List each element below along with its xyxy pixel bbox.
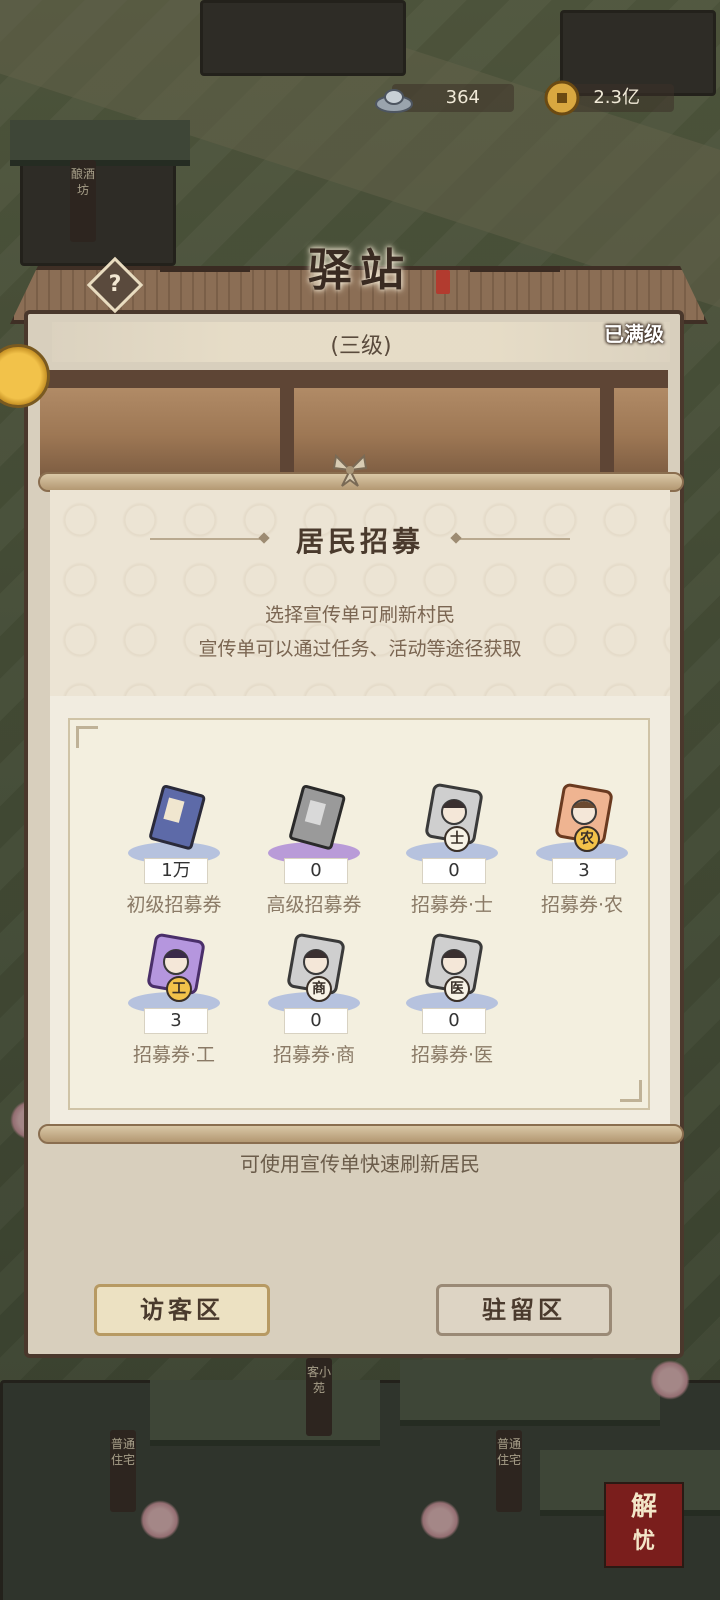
scroll-rod-bottom <box>38 1124 684 1144</box>
coin-counter[interactable]: 2.3亿 <box>544 80 674 116</box>
cloud-ornament-left <box>160 266 250 272</box>
farmer-badge-icon: 农 <box>574 826 600 852</box>
voucher-advanced[interactable]: 0 高级招募券 <box>254 782 374 922</box>
voucher-doctor[interactable]: 医 0 招募券·医 <box>392 932 512 1072</box>
scholar-badge-icon: 士 <box>444 826 470 852</box>
voucher-artisan[interactable]: 工 3 招募券·工 <box>114 932 234 1072</box>
voucher-count: 0 <box>284 1008 348 1034</box>
question-icon: ? <box>108 272 122 297</box>
cloud-ornament-right <box>470 266 560 272</box>
voucher-name: 招募券·工 <box>132 1044 216 1066</box>
voucher-count: 3 <box>552 858 616 884</box>
voucher-name: 招募券·农 <box>540 894 624 916</box>
voucher-count: 1万 <box>144 858 208 884</box>
jieyou-char-2: 忧 <box>632 1528 655 1554</box>
voucher-name: 高级招募券 <box>266 894 362 916</box>
red-seal-icon <box>436 270 450 294</box>
voucher-basic[interactable]: 1万 初级招募券 <box>114 782 234 922</box>
ribbon-knot-icon <box>332 453 368 487</box>
dialog-header: 居民招募 选择宣传单可刷新村民 宣传单可以通过任务、活动等途径获取 <box>50 490 670 696</box>
voucher-merchant[interactable]: 商 0 招募券·商 <box>254 932 374 1072</box>
voucher-count: 0 <box>422 858 486 884</box>
dialog-desc-line1: 选择宣传单可刷新村民 <box>264 604 455 626</box>
voucher-count: 3 <box>144 1008 208 1034</box>
voucher-count: 0 <box>284 858 348 884</box>
corner-ornament <box>620 1080 642 1102</box>
silver-counter[interactable]: 364 <box>375 84 514 113</box>
coin-amount: 2.3亿 <box>593 87 640 108</box>
jieyou-char-1: 解 <box>630 1492 657 1522</box>
dialog-desc-line2: 宣传单可以通过任务、活动等途径获取 <box>198 638 522 660</box>
level-label: (三级) <box>330 334 392 359</box>
artisan-badge-icon: 工 <box>166 976 192 1002</box>
copper-coin-icon <box>544 80 580 116</box>
voucher-name: 初级招募券 <box>126 894 222 916</box>
doctor-badge-icon: 医 <box>444 976 470 1002</box>
silver-book-icon <box>289 784 346 850</box>
blue-book-icon <box>149 784 206 850</box>
silver-amount: 364 <box>445 87 480 108</box>
recruit-dialog: 居民招募 选择宣传单可刷新村民 宣传单可以通过任务、活动等途径获取 1万 初级招… <box>50 490 670 1126</box>
voucher-name: 招募券·医 <box>410 1044 494 1066</box>
jieyou-button[interactable]: 解 忧 <box>604 1482 684 1568</box>
refresh-hint: 可使用宣传单快速刷新居民 <box>240 1152 480 1176</box>
voucher-farmer[interactable]: 农 3 招募券·农 <box>522 782 642 922</box>
visitor-area-button[interactable]: 访客区 <box>94 1284 270 1336</box>
voucher-name: 招募券·商 <box>272 1044 356 1066</box>
merchant-badge-icon: 商 <box>306 976 332 1002</box>
level-bar: (三级) <box>52 322 670 362</box>
dialog-title: 居民招募 <box>295 525 424 558</box>
residence-area-button[interactable]: 驻留区 <box>436 1284 612 1336</box>
building-title: 驿站 <box>160 236 560 306</box>
corner-ornament <box>76 726 98 748</box>
voucher-scholar[interactable]: 士 0 招募券·士 <box>392 782 512 922</box>
voucher-count: 0 <box>422 1008 486 1034</box>
max-level-badge: 已满级 <box>604 322 664 346</box>
voucher-name: 招募券·士 <box>410 894 494 916</box>
silver-ingot-icon <box>375 89 413 113</box>
voucher-grid: 1万 初级招募券 0 高级招募券 士 0 招募券·士 农 3 招募券·农 工 3… <box>68 718 650 1110</box>
